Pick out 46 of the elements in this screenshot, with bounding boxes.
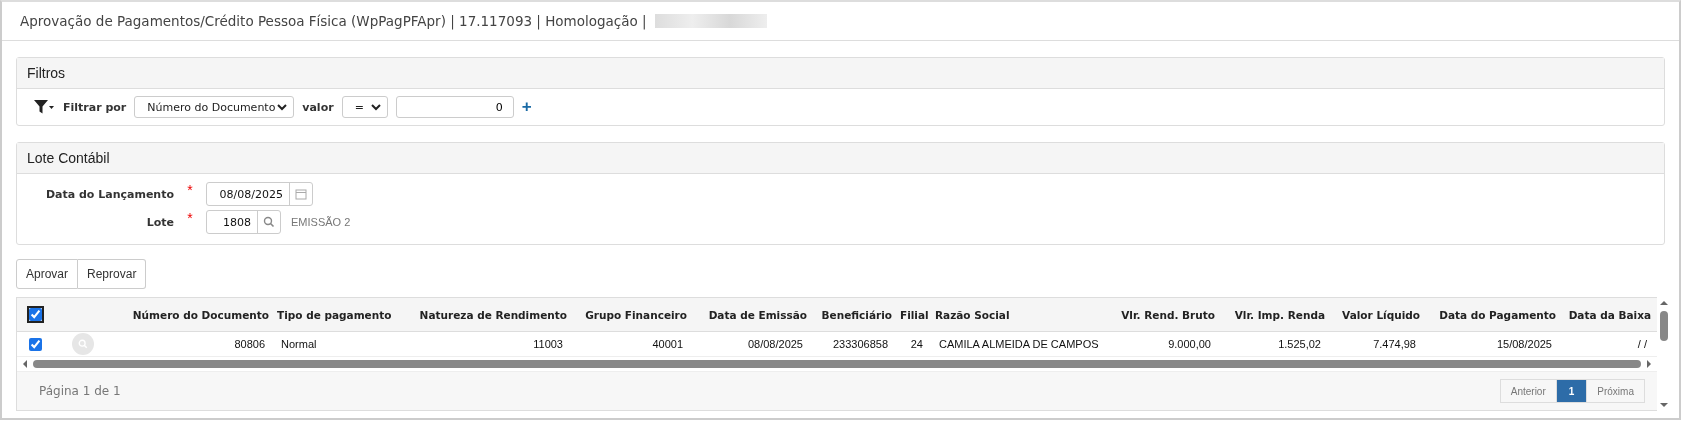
column-header[interactable]: Grupo Financeiro: [585, 308, 687, 321]
previous-button[interactable]: Anterior: [1499, 379, 1557, 403]
table-cell: CAMILA ALMEIDA DE CAMPOS: [939, 338, 1099, 350]
filter-label: Filtrar por: [63, 100, 127, 114]
panel-title: Filtros: [27, 65, 66, 81]
table-cell: 15/08/2025: [1496, 338, 1552, 350]
column-header[interactable]: Data da Baixa: [1568, 308, 1651, 321]
table-cell: / /: [1637, 338, 1647, 350]
column-header[interactable]: Filial: [900, 308, 929, 321]
table-cell: Normal: [281, 338, 317, 350]
operator-select[interactable]: =: [341, 96, 388, 118]
table-cell: 1.525,02: [1278, 338, 1321, 350]
table-cell: 24: [910, 338, 923, 350]
column-header[interactable]: Vlr. Imp. Renda: [1234, 308, 1325, 321]
page-info: Página 1 de 1: [39, 384, 121, 398]
column-header[interactable]: Número do Documento: [132, 308, 269, 321]
add-filter-button[interactable]: +: [521, 97, 532, 117]
field-label: Data do Lançamento: [44, 187, 174, 201]
action-button[interactable]: Reprovar: [78, 259, 147, 289]
window-title: Aprovação de Pagamentos/Crédito Pessoa Física (WpPagPFApr) | 17.117093 | Homologação |: [20, 13, 647, 29]
table-cell: 9.000,00: [1168, 338, 1211, 350]
field-label: Lote: [145, 215, 174, 229]
value-label: valor: [302, 100, 334, 114]
lote-description: EMISSÃO 2: [291, 216, 351, 228]
column-header[interactable]: Data do Pagamento: [1439, 308, 1556, 321]
table-cell: 11003: [533, 338, 563, 350]
column-header[interactable]: Natureza de Rendimento: [419, 308, 567, 321]
required-mark: *: [187, 182, 193, 198]
column-header[interactable]: Data de Emissão: [708, 308, 807, 321]
column-header[interactable]: Razão Social: [935, 308, 1010, 321]
table-cell: 08/08/2025: [747, 338, 803, 350]
table-cell: 7.474,98: [1373, 338, 1416, 350]
column-header[interactable]: Valor Líquido: [1342, 308, 1420, 321]
field-select[interactable]: Número do Documento: [134, 96, 295, 118]
next-button[interactable]: Próxima: [1586, 379, 1645, 403]
table-cell: 40001: [652, 338, 683, 350]
column-header[interactable]: Tipo de pagamento: [277, 308, 392, 321]
required-mark: *: [187, 210, 193, 226]
value-field[interactable]: 0: [395, 96, 514, 118]
column-header[interactable]: Vlr. Rend. Bruto: [1121, 308, 1215, 321]
page-button[interactable]: 1: [1556, 379, 1587, 403]
panel-title: Lote Contábil: [27, 150, 110, 166]
table-cell: 233306858: [832, 338, 888, 350]
table-cell: 80806: [234, 338, 265, 350]
column-header[interactable]: Beneficiário: [821, 308, 892, 321]
action-button[interactable]: Aprovar: [16, 259, 79, 289]
